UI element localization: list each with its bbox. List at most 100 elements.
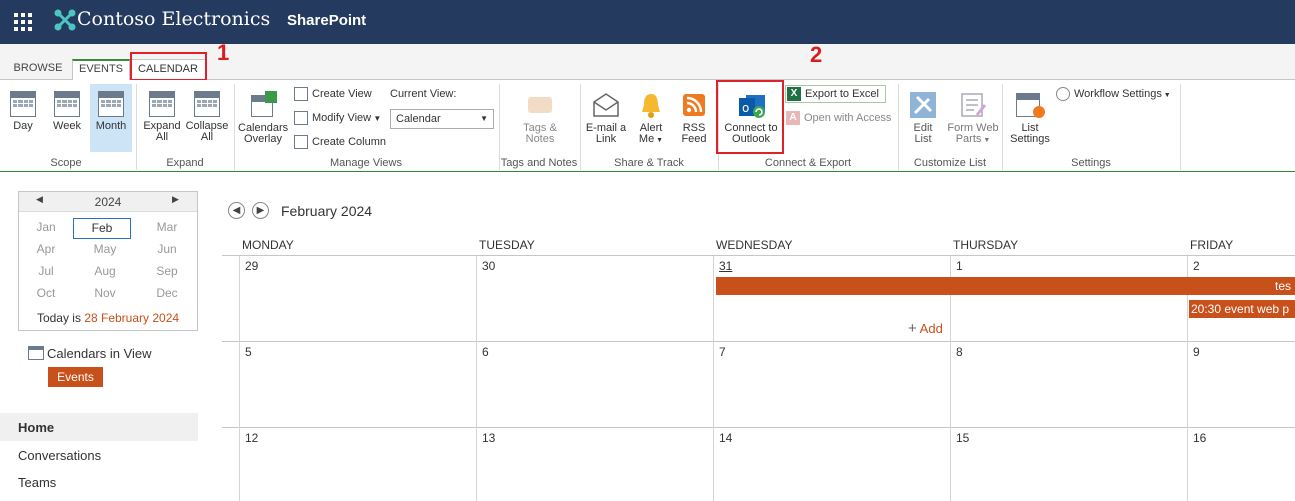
day-number[interactable]: 30 bbox=[482, 259, 495, 273]
group-label-manage-views: Manage Views bbox=[330, 157, 402, 169]
next-month-icon[interactable]: ▶ bbox=[252, 202, 269, 219]
previous-year-icon[interactable]: ◀ bbox=[36, 194, 43, 205]
nav-item-teams[interactable]: Teams bbox=[0, 468, 198, 496]
workflow-settings-icon bbox=[1056, 87, 1070, 101]
events-calendar-chip[interactable]: Events bbox=[48, 367, 103, 387]
create-view-button[interactable]: Create View bbox=[294, 87, 372, 101]
day-header-monday: MONDAY bbox=[242, 238, 294, 252]
month-apr[interactable]: Apr bbox=[17, 242, 75, 256]
form-web-parts-icon bbox=[959, 91, 987, 119]
month-jan[interactable]: Jan bbox=[17, 220, 75, 234]
day-number[interactable]: 16 bbox=[1193, 431, 1206, 445]
annotation-number-2: 2 bbox=[810, 42, 823, 67]
bell-icon bbox=[637, 91, 665, 119]
week-button[interactable]: Week bbox=[50, 91, 84, 132]
grid-line bbox=[222, 255, 1295, 256]
group-label-scope: Scope bbox=[50, 157, 82, 169]
email-link-button[interactable]: E-mail a Link bbox=[584, 91, 628, 145]
day-number-today[interactable]: 31 bbox=[719, 259, 732, 273]
next-year-icon[interactable]: ▶ bbox=[172, 194, 179, 205]
nav-item-conversations[interactable]: Conversations bbox=[0, 441, 198, 469]
tags-notes-button[interactable]: Tags & Notes bbox=[518, 91, 562, 145]
excel-icon: X bbox=[787, 87, 801, 101]
app-launcher-icon[interactable] bbox=[12, 11, 34, 33]
expand-all-button[interactable]: Expand All bbox=[142, 91, 182, 143]
calendars-in-view-label: Calendars in View bbox=[47, 346, 152, 361]
list-settings-button[interactable]: List Settings bbox=[1008, 91, 1052, 145]
chevron-down-icon: ▼ bbox=[480, 114, 488, 123]
calendar-event-bar[interactable]: tes bbox=[716, 277, 1295, 295]
day-number[interactable]: 13 bbox=[482, 431, 495, 445]
day-number[interactable]: 6 bbox=[482, 345, 489, 359]
workflow-settings-button[interactable]: Workflow Settings ▼ bbox=[1056, 87, 1171, 101]
group-separator bbox=[1180, 84, 1181, 170]
month-feb[interactable]: Feb bbox=[73, 218, 131, 239]
day-header-wednesday: WEDNESDAY bbox=[716, 238, 793, 252]
app-name[interactable]: SharePoint bbox=[287, 12, 366, 29]
modify-view-button[interactable]: Modify View ▼ bbox=[294, 111, 381, 125]
mini-calendar bbox=[18, 191, 198, 331]
grid-line bbox=[222, 341, 1295, 342]
today-indicator: Today is 28 February 2024 bbox=[36, 311, 180, 325]
month-jul[interactable]: Jul bbox=[17, 264, 75, 278]
expand-all-icon bbox=[149, 91, 175, 117]
export-to-excel-button[interactable]: X Export to Excel bbox=[785, 85, 886, 103]
day-number[interactable]: 9 bbox=[1193, 345, 1200, 359]
month-view-icon bbox=[98, 91, 124, 117]
group-label-expand: Expand bbox=[166, 157, 204, 169]
contoso-logo-icon bbox=[54, 9, 76, 31]
tags-notes-icon bbox=[526, 91, 554, 119]
annotation-box-2 bbox=[716, 80, 784, 154]
collapse-all-icon bbox=[194, 91, 220, 117]
day-number[interactable]: 5 bbox=[245, 345, 252, 359]
previous-month-icon[interactable]: ◀ bbox=[228, 202, 245, 219]
month-mar[interactable]: Mar bbox=[138, 220, 196, 234]
create-column-icon bbox=[294, 135, 308, 149]
month-oct[interactable]: Oct bbox=[17, 286, 75, 300]
day-number[interactable]: 2 bbox=[1193, 259, 1200, 273]
group-label-share-track: Share & Track bbox=[614, 157, 684, 169]
tools-icon bbox=[909, 91, 937, 119]
form-web-parts-button[interactable]: Form Web Parts ▼ bbox=[944, 91, 1002, 146]
month-button[interactable]: Month bbox=[90, 84, 132, 152]
month-jun[interactable]: Jun bbox=[138, 242, 196, 256]
month-may[interactable]: May bbox=[76, 242, 134, 256]
edit-list-button[interactable]: Edit List bbox=[905, 91, 941, 145]
day-number[interactable]: 14 bbox=[719, 431, 732, 445]
day-number[interactable]: 12 bbox=[245, 431, 258, 445]
mini-calendar-year: 2024 bbox=[94, 195, 122, 209]
tab-events[interactable]: EVENTS bbox=[72, 59, 130, 81]
calendars-overlay-icon bbox=[249, 91, 277, 119]
calendar-event-item[interactable]: 20:30 event web p bbox=[1189, 300, 1295, 318]
month-aug[interactable]: Aug bbox=[76, 264, 134, 278]
brand-name[interactable]: Contoso Electronics bbox=[77, 8, 270, 30]
calendars-overlay-button[interactable]: Calendars Overlay bbox=[238, 91, 288, 145]
current-view-select[interactable]: Calendar ▼ bbox=[390, 109, 494, 129]
create-column-button[interactable]: Create Column bbox=[294, 135, 386, 149]
open-with-access-button[interactable]: A Open with Access bbox=[786, 111, 891, 125]
day-number[interactable]: 15 bbox=[956, 431, 969, 445]
chevron-down-icon: ▼ bbox=[371, 113, 382, 123]
calendar-icon bbox=[28, 346, 44, 360]
collapse-all-button[interactable]: Collapse All bbox=[185, 91, 229, 143]
nav-item-home[interactable]: Home bbox=[0, 413, 198, 441]
annotation-box-1 bbox=[130, 52, 207, 81]
month-sep[interactable]: Sep bbox=[138, 264, 196, 278]
tab-browse[interactable]: BROWSE bbox=[8, 59, 68, 80]
group-label-tags-notes: Tags and Notes bbox=[500, 157, 578, 169]
access-icon: A bbox=[786, 111, 800, 125]
week-view-icon bbox=[54, 91, 80, 117]
alert-me-button[interactable]: Alert Me ▼ bbox=[634, 91, 668, 146]
day-number[interactable]: 8 bbox=[956, 345, 963, 359]
day-number[interactable]: 7 bbox=[719, 345, 726, 359]
day-number[interactable]: 1 bbox=[956, 259, 963, 273]
today-date-link[interactable]: 28 February 2024 bbox=[84, 311, 179, 325]
add-event-link[interactable]: + Add bbox=[908, 320, 943, 337]
month-dec[interactable]: Dec bbox=[138, 286, 196, 300]
month-nov[interactable]: Nov bbox=[76, 286, 134, 300]
day-number[interactable]: 29 bbox=[245, 259, 258, 273]
day-button[interactable]: Day bbox=[8, 91, 38, 132]
plus-icon: + bbox=[908, 320, 917, 337]
create-view-icon bbox=[294, 87, 308, 101]
rss-feed-button[interactable]: RSS Feed bbox=[678, 91, 710, 145]
